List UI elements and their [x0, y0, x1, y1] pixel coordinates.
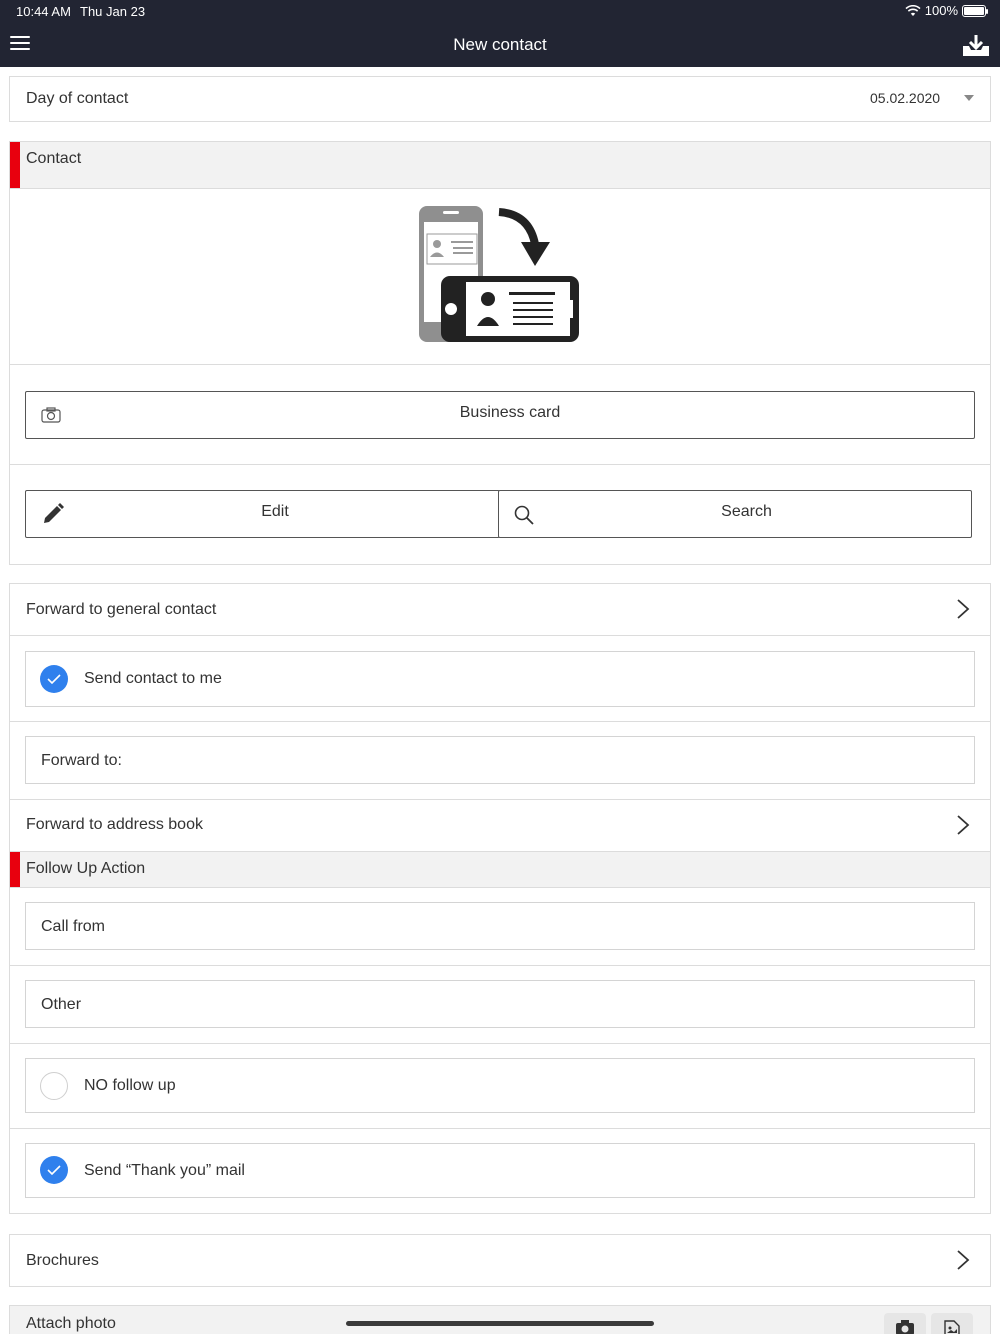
call-from-label: Call from: [41, 918, 106, 935]
other-field[interactable]: [25, 980, 975, 1028]
battery-percent: 100%: [924, 3, 958, 18]
choose-image-button[interactable]: [931, 1313, 973, 1334]
contact-section-marker: [10, 142, 20, 188]
status-date: Thu Jan 23: [80, 4, 146, 19]
status-time: 10:44 AM: [16, 4, 71, 19]
chevron-right-icon: [957, 1250, 970, 1270]
forward-address-book-label: Forward to address book: [26, 816, 203, 833]
call-from-field[interactable]: [25, 902, 975, 950]
status-indicators: 100%: [905, 3, 988, 18]
checkmark-icon: [47, 1165, 61, 1175]
battery-icon: [962, 4, 988, 17]
illustration-divider: [10, 364, 990, 365]
other-label: Other: [41, 996, 82, 1013]
contact-section-header: [9, 141, 991, 189]
follow-up-divider-3: [10, 1128, 990, 1129]
take-photo-button[interactable]: [884, 1313, 926, 1334]
business-card-label: Business card: [459, 404, 561, 421]
wifi-icon: [905, 4, 921, 16]
thank-you-mail-checkbox[interactable]: [40, 1156, 68, 1184]
follow-up-section-marker: [10, 852, 20, 887]
app-header: [0, 0, 1000, 67]
home-indicator: [346, 1321, 654, 1326]
no-follow-up-checkbox[interactable]: [40, 1072, 68, 1100]
send-to-me-label: Send contact to me: [84, 670, 222, 687]
follow-up-section-title: Follow Up Action: [26, 860, 146, 877]
no-follow-up-label: NO follow up: [84, 1077, 176, 1094]
contact-section-title: Contact: [26, 150, 82, 167]
attach-photo-label: Attach photo: [26, 1315, 116, 1332]
follow-up-divider-1: [10, 965, 990, 966]
business-card-scan-illustration: [419, 206, 579, 342]
day-of-contact-row[interactable]: [9, 76, 991, 122]
download-tray-icon[interactable]: [961, 34, 991, 58]
forward-general-contact-label: Forward to general contact: [26, 601, 217, 618]
thank-you-mail-label: Send “Thank you” mail: [84, 1162, 245, 1179]
follow-up-section-header: [9, 851, 991, 888]
checkmark-icon: [47, 674, 61, 684]
send-to-me-checkbox[interactable]: [40, 665, 68, 693]
chevron-right-icon: [957, 815, 970, 835]
day-of-contact-value[interactable]: 05.02.2020: [870, 90, 940, 106]
caret-down-icon[interactable]: [964, 95, 974, 101]
page-title: New contact: [453, 35, 547, 54]
brochures-label: Brochures: [26, 1252, 99, 1269]
image-file-icon: [944, 1320, 960, 1334]
forward-to-label: Forward to:: [41, 752, 122, 769]
camera-icon: [896, 1320, 914, 1334]
brochures-row[interactable]: [9, 1234, 991, 1287]
day-of-contact-label: Day of contact: [26, 90, 129, 107]
forward-to-field[interactable]: [25, 736, 975, 784]
attach-photo-row: [9, 1305, 991, 1334]
edit-label: Edit: [261, 503, 289, 520]
chevron-right-icon: [957, 599, 970, 619]
buttons-divider: [10, 464, 990, 465]
follow-up-divider-2: [10, 1043, 990, 1044]
search-label: Search: [721, 503, 772, 520]
